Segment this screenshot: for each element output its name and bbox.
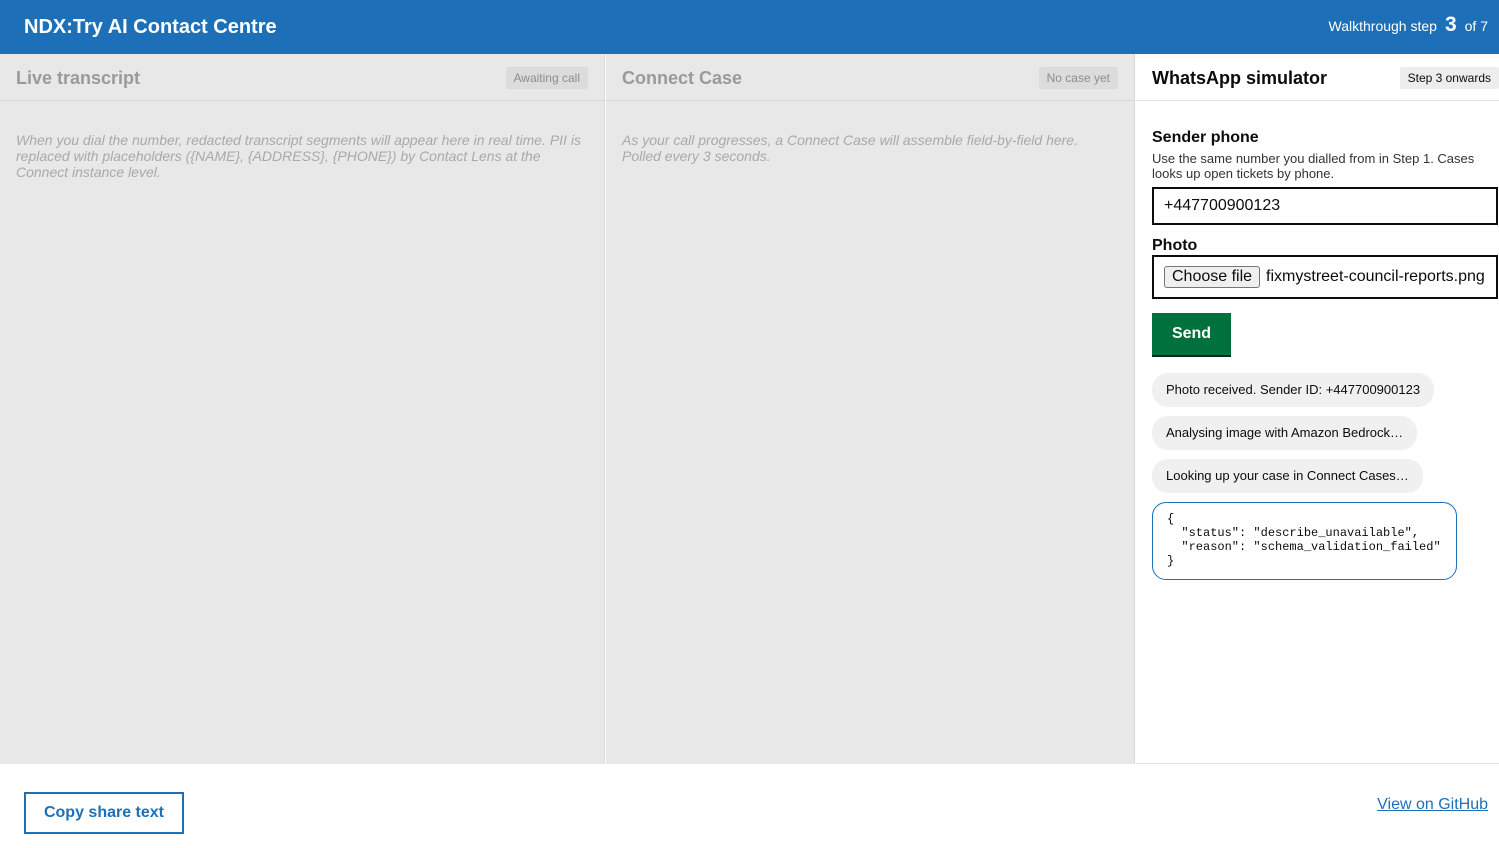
live-transcript-header: Live transcript Awaiting call xyxy=(0,54,604,101)
live-transcript-panel: Live transcript Awaiting call When you d… xyxy=(0,54,605,764)
walkthrough-step-indicator: Walkthrough step 3 of 7 xyxy=(1329,13,1488,37)
transcript-placeholder: When you dial the number, redacted trans… xyxy=(16,132,581,180)
app-header: NDX:Try AI Contact Centre Walkthrough st… xyxy=(0,0,1499,54)
choose-file-button[interactable]: Choose file xyxy=(1164,266,1261,288)
step-label: Walkthrough step xyxy=(1328,18,1437,34)
selected-file-name: fixmystreet-council-reports.png xyxy=(1266,268,1485,285)
step-number: 3 xyxy=(1444,13,1457,36)
transcript-status-badge: Awaiting call xyxy=(505,67,588,89)
message-bubble: Analysing image with Amazon Bedrock… xyxy=(1152,416,1418,450)
page-footer: Copy share text View on GitHub xyxy=(0,764,1499,848)
copy-share-text-button[interactable]: Copy share text xyxy=(24,792,184,834)
photo-file-input[interactable]: Choose file fixmystreet-council-reports.… xyxy=(1152,255,1498,299)
step-onwards-badge: Step 3 onwards xyxy=(1399,67,1499,89)
case-status-badge: No case yet xyxy=(1038,67,1118,89)
live-transcript-title: Live transcript xyxy=(16,68,141,88)
whatsapp-simulator-header: WhatsApp simulator Step 3 onwards xyxy=(1136,54,1499,101)
connect-case-title: Connect Case xyxy=(622,68,743,88)
json-response-bubble: { "status": "describe_unavailable", "rea… xyxy=(1152,502,1457,580)
message-bubble: Looking up your case in Connect Cases… xyxy=(1152,459,1423,493)
app-title: NDX:Try AI Contact Centre xyxy=(24,16,277,38)
photo-label: Photo xyxy=(1152,237,1198,254)
connect-case-panel: Connect Case No case yet As your call pr… xyxy=(606,54,1135,764)
sender-phone-label: Sender phone xyxy=(1152,129,1259,146)
case-placeholder: As your call progresses, a Connect Case … xyxy=(622,132,1078,164)
whatsapp-simulator-panel: WhatsApp simulator Step 3 onwards Sender… xyxy=(1136,54,1499,764)
send-button[interactable]: Send xyxy=(1152,313,1231,355)
view-on-github-link[interactable]: View on GitHub xyxy=(1377,796,1488,814)
sender-phone-hint: Use the same number you dialled from in … xyxy=(1152,151,1475,181)
step-total: of 7 xyxy=(1464,18,1488,34)
whatsapp-simulator-title: WhatsApp simulator xyxy=(1152,68,1328,88)
connect-case-header: Connect Case No case yet xyxy=(606,54,1134,101)
sender-phone-input[interactable] xyxy=(1152,187,1498,225)
message-bubble: Photo received. Sender ID: +447700900123 xyxy=(1152,373,1435,407)
